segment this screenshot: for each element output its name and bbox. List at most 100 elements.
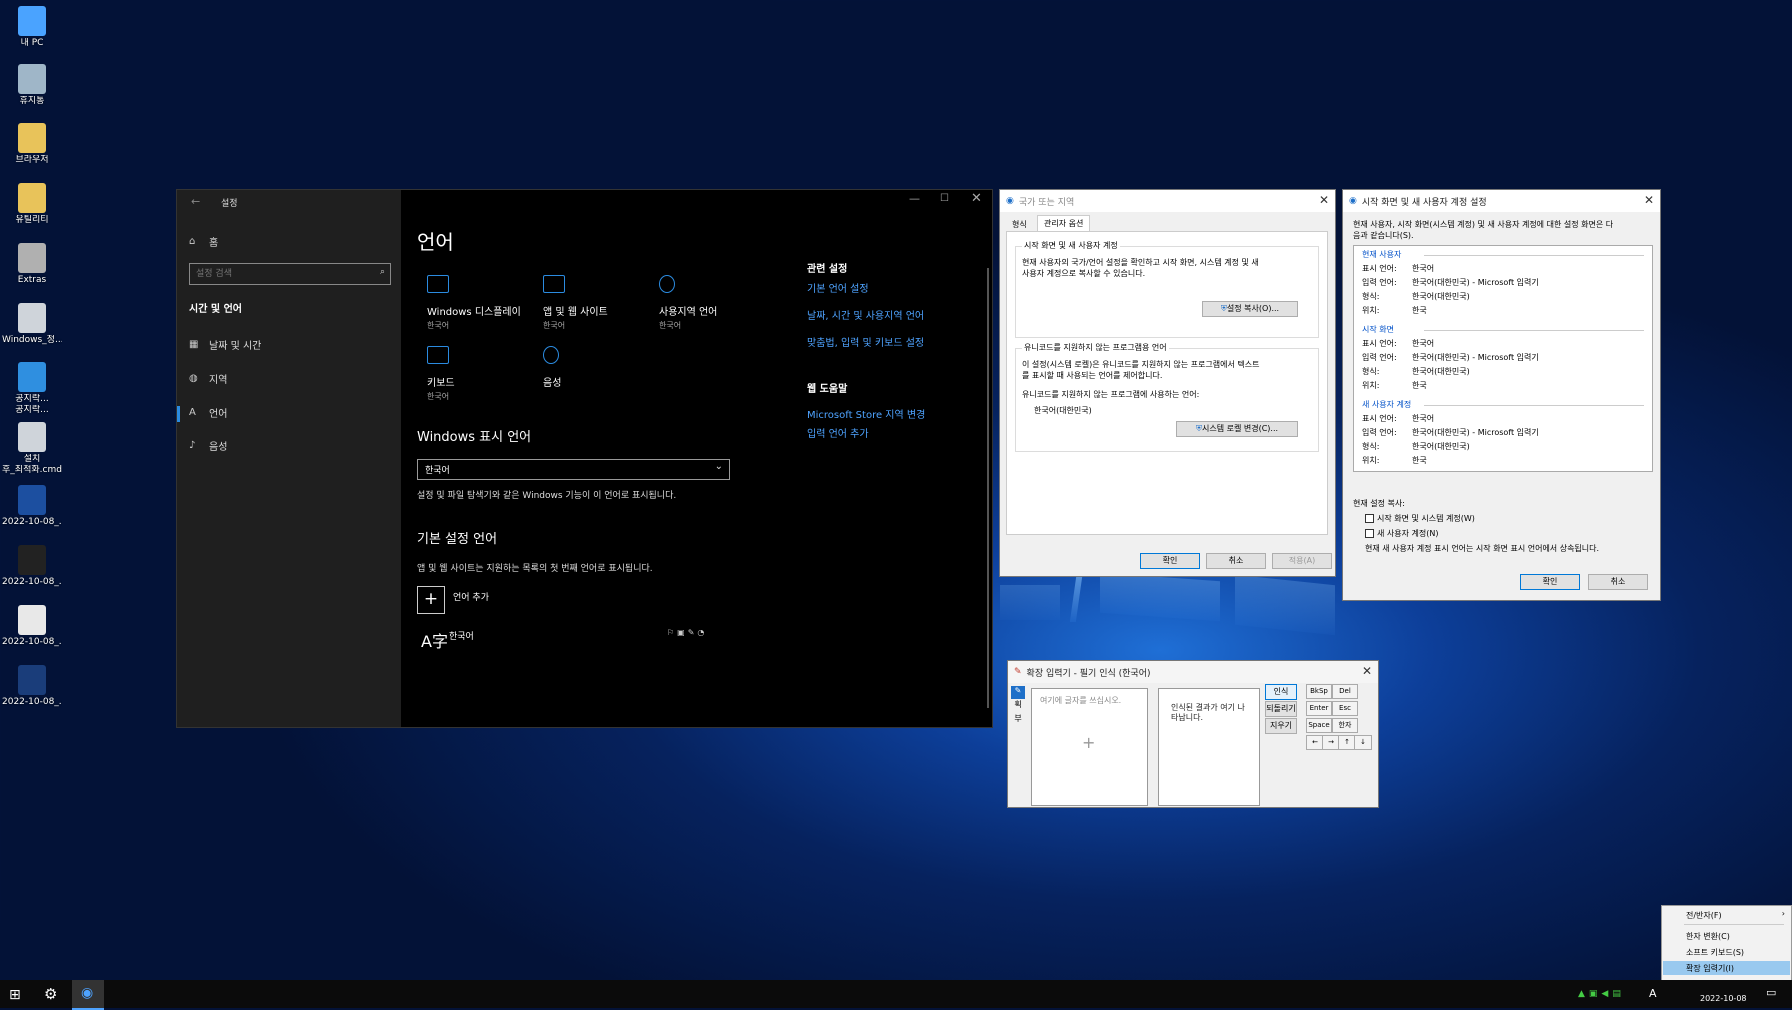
language-tile[interactable]: Windows 디스플레이 한국어 [427,275,537,331]
related-link[interactable]: 날짜, 시간 및 사용지역 언어 [807,307,924,322]
menu-item[interactable]: 한자 변환(C) [1686,931,1730,942]
desktop-icon[interactable]: 휴지통 [2,64,62,107]
add-language-button[interactable]: + 언어 추가 [417,586,489,614]
nav-item[interactable]: A 언어 [189,405,227,420]
stroke-tool-icon[interactable]: 획 [1011,699,1025,713]
ok-button[interactable]: 확인 [1140,553,1200,569]
keyboard-icon [427,346,449,364]
region-title: 국가 또는 지역 [1018,197,1075,208]
nav-home[interactable]: ⌂ 홈 [189,234,218,249]
ime-key[interactable]: Del [1332,684,1358,699]
ime-indicator[interactable]: A [1649,987,1657,1000]
ime-side-toolbar: ✎ 획 부 [1011,686,1025,727]
desktop-icon[interactable]: 유틸리티 [2,183,62,226]
ime-key[interactable]: BkSp [1306,684,1332,699]
unicode-group: 유니코드를 지원하지 않는 프로그램용 언어 이 설정(시스템 로켈)은 유니코… [1015,342,1319,452]
search-icon[interactable]: ⌕ [380,267,385,277]
ime-pad-window: ✎ 확장 입력기 - 필기 인식 (한국어) ✕ ✎ 획 부 여기에 글자를 쓰… [1007,660,1379,808]
ime-key[interactable]: Enter [1306,701,1332,716]
desktop-icon[interactable]: Extras [2,243,62,286]
recognition-result-area[interactable]: 인식된 결과가 여기 나타납니다. [1158,688,1260,806]
radical-tool-icon[interactable]: 부 [1011,713,1025,727]
language-tile[interactable]: 앱 및 웹 사이트 한국어 [543,275,653,331]
pen-icon: ✎ [1014,667,1022,677]
unicode-group-text: 를 표시할 때 사용되는 언어를 제어합니다. [1022,371,1163,380]
apply-button[interactable]: 적용(A) [1272,553,1332,569]
menu-item[interactable]: 전/반자(F) [1686,910,1722,921]
recognize-button[interactable]: 인식 [1265,684,1297,700]
image-file-icon [18,665,46,695]
ime-pad-titlebar: ✎ 확장 입력기 - 필기 인식 (한국어) [1008,661,1378,683]
language-list-item[interactable]: A字 한국어 ⚐▣✎◔ [417,626,727,654]
desktop-icon[interactable]: Windows_정... [2,303,62,346]
tile-label: 앱 및 웹 사이트 [543,307,608,318]
related-link[interactable]: 기본 언어 설정 [807,280,869,295]
copy-welcome-checkbox[interactable]: 시작 화면 및 시스템 계정(W) [1365,513,1475,524]
menu-item[interactable]: 확장 입력기(I) [1686,963,1734,974]
summary-value: 한국어(대한민국) - Microsoft 입력기 [1412,353,1539,362]
copy-new-user-checkbox[interactable]: 새 사용자 계정(N) [1365,528,1438,539]
tab-format[interactable]: 형식 [1006,218,1033,232]
start-windows-icon[interactable]: ⊞ [9,987,21,1003]
nav-item[interactable]: ◍ 지역 [189,371,227,386]
language-tile[interactable]: 음성 [543,346,653,391]
summary-key: 표시 언어: [1362,264,1397,273]
change-locale-button[interactable]: ⛨시스템 로켈 변경(C)... [1176,421,1298,437]
copy-welcome-label: 시작 화면 및 시스템 계정(W) [1377,514,1475,523]
ime-key[interactable]: Esc [1332,701,1358,716]
scrollbar[interactable] [987,268,989,708]
taskbar-globe-app[interactable]: ◉ [72,980,104,1010]
settings-gear-icon[interactable]: ⚙ [44,985,57,1003]
related-link[interactable]: 맞춤법, 입력 및 키보드 설정 [807,334,924,349]
language-tile[interactable]: 사용지역 언어 한국어 [659,275,769,331]
close-button[interactable]: ✕ [1644,193,1654,207]
language-tile[interactable]: 키보드 한국어 [427,346,537,402]
summary-value: 한국어(대한민국) - Microsoft 입력기 [1412,278,1539,287]
summary-value: 한국어 [1412,264,1435,273]
tile-label: 사용지역 언어 [659,307,718,318]
display-lang-dropdown[interactable]: 한국어 ⌄ [417,459,730,480]
plus-icon: + [417,586,445,614]
menu-item[interactable]: 소프트 키보드(S) [1686,947,1744,958]
handwriting-area[interactable]: 여기에 글자를 쓰십시오. + [1031,688,1148,806]
taskbar-date[interactable]: 2022-10-08 [1700,994,1747,1003]
ime-key[interactable]: Space [1306,718,1332,733]
ime-key[interactable]: ↓ [1354,735,1372,750]
tab-admin-options[interactable]: 관리자 옵션 [1037,215,1091,232]
computer-icon [18,6,46,36]
undo-button[interactable]: 되돌리기 [1265,701,1297,717]
nav-item[interactable]: ▦ 날짜 및 시간 [189,337,261,352]
clear-button[interactable]: 지우기 [1265,718,1297,734]
ime-key[interactable]: 한자 [1332,718,1358,733]
desktop-icon[interactable]: 브라우저 [2,123,62,166]
desktop-icon[interactable]: 공지락... 공지락... [2,362,62,416]
notification-icon[interactable]: ▭ [1766,986,1776,999]
language-feature-icons: ⚐▣✎◔ [667,628,708,637]
ok-button[interactable]: 확인 [1520,574,1580,590]
settings-summary-list[interactable]: 현재 사용자 표시 언어: 한국어 입력 언어: 한국어(대한민국) - Microso… [1353,245,1653,472]
cancel-button[interactable]: 취소 [1206,553,1266,569]
nav-item[interactable]: ♪ 음성 [189,438,227,453]
taskbar: ⊞ ⚙ ◉ ▲▣◀▤ A 2022-10-08 ▭ [0,980,1792,1010]
desktop-icon[interactable]: 내 PC [2,6,62,49]
close-button[interactable]: ✕ [971,191,982,206]
maximize-button[interactable]: ☐ [940,193,949,204]
desktop-icon[interactable]: 2022-10-08_... [2,545,62,588]
settings-search-box[interactable]: ⌕ [189,263,391,285]
close-button[interactable]: ✕ [1362,664,1372,678]
desktop-icon[interactable]: 설치 후_최적화.cmd [2,422,62,476]
back-arrow-icon[interactable]: ← [191,195,200,208]
desktop-icon[interactable]: 2022-10-08_... [2,605,62,648]
search-input[interactable] [190,264,368,284]
copy-settings-button[interactable]: ⛨설정 복사(O)... [1202,301,1298,317]
desktop-icon[interactable]: 2022-10-08_... [2,665,62,708]
handwriting-tool-icon[interactable]: ✎ [1011,686,1025,699]
minimize-button[interactable]: — [909,192,920,205]
desktop-icon-label: 2022-10-08_... [2,697,62,707]
desktop-icon[interactable]: 2022-10-08_... [2,485,62,528]
cancel-button[interactable]: 취소 [1588,574,1648,590]
help-link[interactable]: Microsoft Store 지역 변경 [807,406,925,421]
help-link[interactable]: 입력 언어 추가 [807,425,869,440]
close-button[interactable]: ✕ [1319,193,1329,207]
tray-icons[interactable]: ▲▣◀▤ [1578,989,1625,999]
